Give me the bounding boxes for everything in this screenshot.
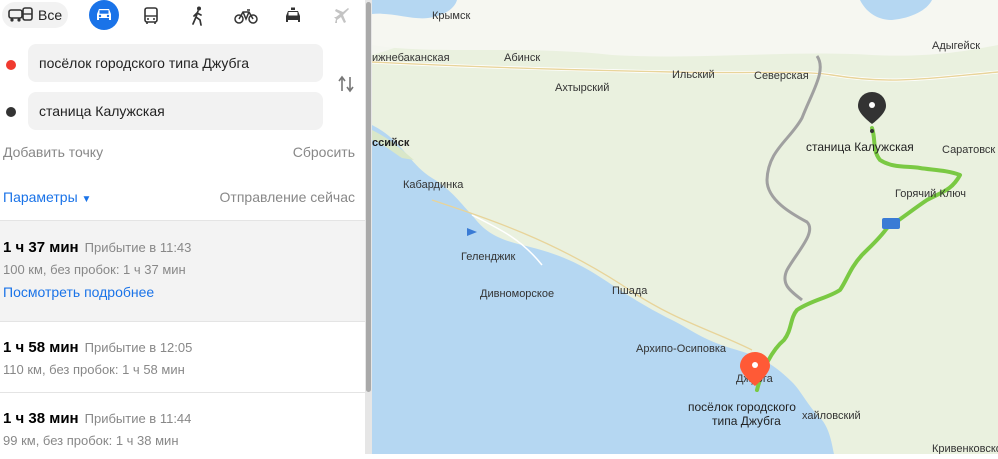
mode-taxi-button[interactable]	[278, 2, 308, 30]
bus-icon	[144, 7, 158, 24]
mode-bike-button[interactable]	[231, 2, 261, 30]
map-view[interactable]: Крымск Адыгейск ижнебаканская Абинск Иль…	[371, 0, 998, 455]
map-label-dzhubga-title-1: посёлок городского	[688, 400, 796, 414]
map-label-divnomorskoe: Дивноморское	[480, 288, 554, 300]
map-label-goryachy-klyuch: Горячий Ключ	[895, 188, 966, 200]
mode-car-button[interactable]	[89, 0, 119, 30]
map-label-kabardinka: Кабардинка	[403, 179, 464, 191]
route-arrival: Прибытие в 11:44	[84, 411, 192, 426]
route-arrival: Прибытие в 12:05	[84, 340, 193, 355]
reset-link[interactable]: Сбросить	[293, 144, 355, 160]
map-label-novorossiysk: ссийск	[372, 137, 410, 149]
from-input[interactable]: посёлок городского типа Джубга	[28, 44, 323, 82]
scrollbar-thumb[interactable]	[366, 2, 371, 392]
route-duration: 1 ч 58 мин	[3, 339, 79, 356]
map-label-arkhipo-osipovka: Архипо-Осиповка	[636, 343, 727, 355]
panel-scrollbar[interactable]	[365, 0, 372, 454]
map-canvas: Крымск Адыгейск ижнебаканская Абинск Иль…	[371, 0, 998, 455]
plane-icon	[334, 8, 349, 23]
to-input[interactable]: станица Калужская	[28, 92, 323, 130]
map-label-saratovskaya: Саратовск	[942, 144, 995, 156]
all-modes-icon	[8, 7, 33, 22]
departure-time[interactable]: Отправление сейчас	[220, 189, 355, 205]
map-label-ilsky: Ильский	[672, 69, 715, 81]
map-label-mikhailovsky: хайловский	[802, 410, 861, 422]
transport-modes: Все	[0, 0, 365, 32]
pedestrian-icon	[192, 6, 202, 26]
map-label-dzhubga-title-2: типа Джубга	[712, 414, 781, 428]
route-duration: 1 ч 38 мин	[3, 410, 79, 427]
map-label-krymsk: Крымск	[432, 10, 470, 22]
map-label-akhtyrsky: Ахтырский	[555, 82, 609, 94]
route-duration: 1 ч 37 мин	[3, 239, 79, 256]
route-distance: 110 км, без пробок: 1 ч 58 мин	[3, 362, 185, 377]
map-label-adygeysk: Адыгейск	[932, 40, 980, 52]
mode-plane-button[interactable]	[327, 2, 357, 30]
route-distance: 99 км, без пробок: 1 ч 38 мин	[3, 433, 179, 448]
route-details-link[interactable]: Посмотреть подробнее	[3, 284, 365, 300]
mode-walk-button[interactable]	[183, 2, 213, 30]
start-point-dot	[6, 60, 16, 70]
route-distance: 100 км, без пробок: 1 ч 37 мин	[3, 262, 186, 277]
params-label: Параметры	[3, 189, 78, 205]
swap-icon[interactable]	[337, 75, 355, 93]
map-label-nizhnebakanskaya: ижнебаканская	[372, 52, 450, 64]
route-option-1[interactable]: 1 ч 37 мин Прибытие в 11:43 100 км, без п…	[0, 221, 365, 321]
map-label-krivenkovskoe: Кривенковское	[932, 443, 998, 454]
params-dropdown[interactable]: Параметры ▼	[3, 189, 91, 205]
taxi-icon	[286, 7, 300, 22]
highway-shield-icon	[882, 218, 900, 229]
mode-all-button[interactable]: Все	[2, 2, 68, 28]
mode-bus-button[interactable]	[136, 2, 166, 30]
map-label-severskaya: Северская	[754, 70, 809, 82]
route-option-3[interactable]: 1 ч 38 мин Прибытие в 11:44 99 км, без пр…	[0, 393, 365, 454]
end-point-dot	[6, 107, 16, 117]
map-label-pshada: Пшада	[612, 285, 648, 297]
route-option-2[interactable]: 1 ч 58 мин Прибытие в 12:05 110 км, без п…	[0, 322, 365, 392]
route-panel: Все посёлок городского типа Джубга стани…	[0, 0, 365, 454]
map-label-gelendzhik: Геленджик	[461, 251, 516, 263]
route-arrival: Прибытие в 11:43	[84, 240, 192, 255]
bicycle-icon	[234, 9, 258, 24]
chevron-down-icon: ▼	[81, 194, 92, 205]
car-icon	[97, 9, 111, 20]
add-point-link[interactable]: Добавить точку	[3, 144, 103, 160]
mode-all-label: Все	[38, 7, 63, 23]
map-label-kaluzhskaya: станица Калужская	[806, 140, 914, 154]
map-label-abinsk: Абинск	[504, 52, 540, 64]
